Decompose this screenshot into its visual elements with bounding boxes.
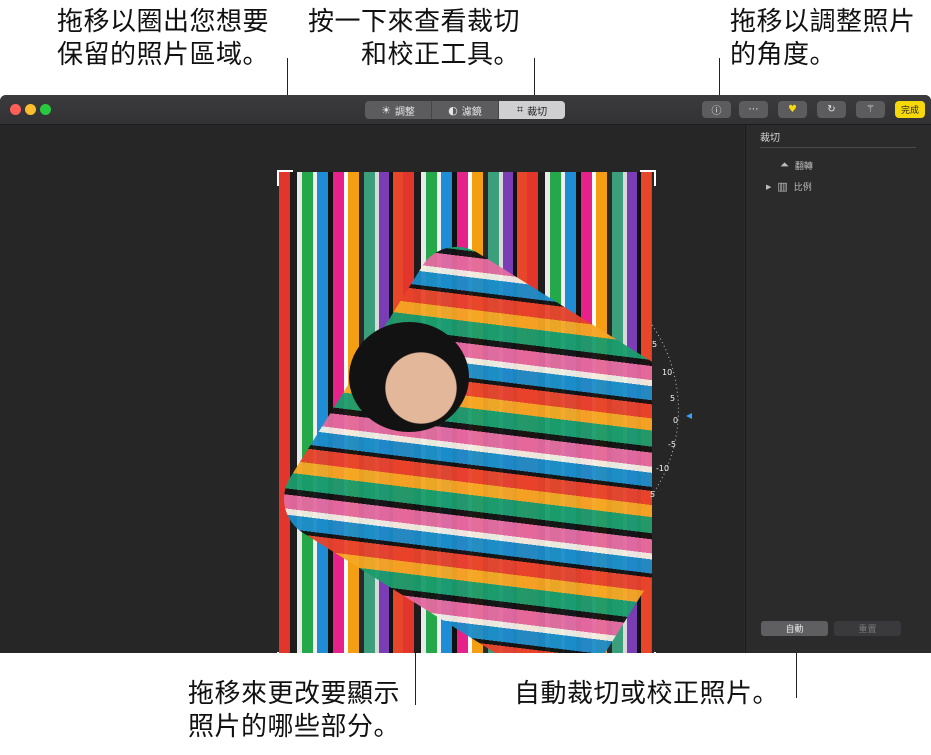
crop-icon: ⌗ [516, 103, 524, 116]
callout-auto: 自動裁切或校正照片。 [514, 679, 780, 709]
tab-adjust-label: 調整 [394, 106, 415, 118]
aspect-ratio-disclosure[interactable]: ▶ ▥ 比例 [766, 180, 812, 193]
dial-tick: 0 [673, 416, 678, 425]
callout-angle: 拖移以調整照片 的角度。 [730, 7, 916, 70]
callout-crop-tool: 按一下來查看裁切 和校正工具。 [308, 7, 521, 70]
dial-marker [686, 413, 692, 419]
tab-filters[interactable]: ◐ 濾鏡 [432, 101, 499, 119]
info-icon: ⓘ [711, 106, 722, 117]
sun-icon: ☀ [381, 103, 391, 117]
rotate-icon: ↻ [827, 104, 836, 115]
close-button[interactable] [10, 104, 21, 115]
minimize-button[interactable] [25, 104, 36, 115]
dial-tick: -10 [656, 464, 669, 473]
ellipsis-icon: ⋯ [748, 104, 759, 115]
tab-crop-label: 裁切 [527, 106, 548, 118]
photos-edit-window: ☀ 調整 ◐ 濾鏡 ⌗ 裁切 ⓘ ⋯ ♥ ↻ ⚚ 完成 5 10 5 0 -5 … [0, 95, 931, 653]
callout-crop-area: 拖移以圈出您想要 保留的照片區域。 [57, 7, 270, 70]
info-button[interactable]: ⓘ [702, 101, 731, 118]
auto-button[interactable]: 自動 [761, 621, 828, 636]
flip-button[interactable]: ⏶ 翻轉 [780, 158, 813, 172]
favorite-button[interactable]: ♥ [778, 101, 807, 118]
heart-icon: ♥ [788, 104, 797, 115]
tab-adjust[interactable]: ☀ 調整 [365, 101, 432, 119]
zoom-button[interactable] [40, 104, 51, 115]
title-bar: ☀ 調整 ◐ 濾鏡 ⌗ 裁切 ⓘ ⋯ ♥ ↻ ⚚ 完成 [0, 95, 931, 125]
done-button[interactable]: 完成 [895, 101, 925, 118]
rotate-button[interactable]: ↻ [817, 101, 846, 118]
ratio-label: 比例 [793, 183, 812, 193]
dial-tick: 10 [662, 368, 672, 377]
filter-circles-icon: ◐ [448, 103, 458, 117]
photo-canvas: 5 10 5 0 -5 -10 5 [0, 125, 744, 653]
flip-icon: ⏶ [780, 158, 789, 171]
dial-tick: 5 [652, 340, 657, 349]
tab-filters-label: 濾鏡 [461, 106, 482, 118]
disclosure-triangle-icon: ▶ [766, 182, 772, 191]
crop-sidebar: 裁切 ⏶ 翻轉 ▶ ▥ 比例 自動 重置 [745, 125, 931, 653]
flip-label: 翻轉 [794, 161, 813, 172]
enhance-button[interactable]: ⚚ [856, 101, 885, 118]
aspect-ratio-icon: ▥ [777, 180, 788, 193]
sidebar-divider [760, 147, 916, 148]
more-button[interactable]: ⋯ [739, 101, 768, 118]
dial-tick: -5 [668, 440, 676, 449]
callout-visible-part: 拖移來更改要顯示 照片的哪些部分。 [188, 679, 401, 742]
magic-wand-icon: ⚚ [866, 104, 875, 115]
reset-button[interactable]: 重置 [834, 621, 901, 636]
straighten-dial[interactable]: 5 10 5 0 -5 -10 5 [0, 125, 744, 653]
sidebar-title: 裁切 [760, 133, 780, 144]
dial-tick: 5 [650, 490, 655, 499]
edit-mode-segmented-control: ☀ 調整 ◐ 濾鏡 ⌗ 裁切 [365, 101, 565, 119]
dial-tick: 5 [670, 394, 675, 403]
tab-crop[interactable]: ⌗ 裁切 [499, 101, 565, 119]
